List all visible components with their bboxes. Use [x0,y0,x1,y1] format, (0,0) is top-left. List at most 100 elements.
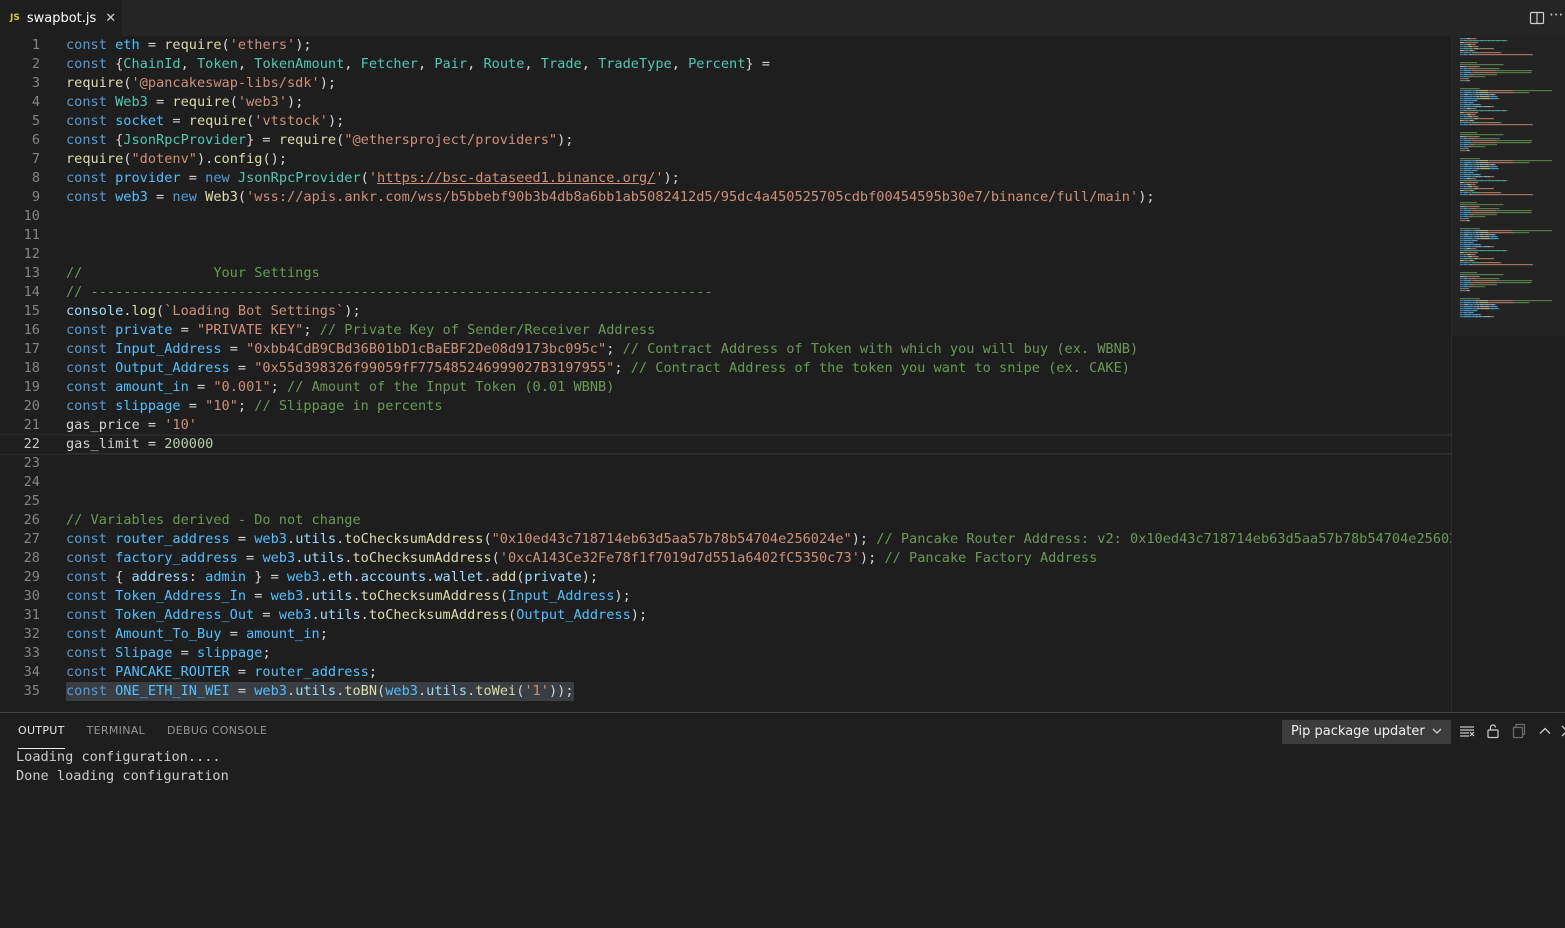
code-token: gas_price = [66,417,165,433]
code-token: utils [295,531,337,547]
code-token: ); [614,588,631,604]
code-line[interactable]: 13 // Your Settings [0,264,1451,283]
code-line[interactable]: 15 console.log(`Loading Bot Settings`); [0,302,1451,321]
code-line[interactable]: 21 gas_price = '10' [0,416,1451,435]
code-line[interactable]: 20 const slippage = "10"; // Slippage in … [0,397,1451,416]
code-line[interactable]: 17 const Input_Address = "0xbb4CdB9CBd36B… [0,340,1451,359]
line-text: const web3 = new Web3('wss://apis.ankr.c… [66,188,1155,207]
code-token: ; [614,360,631,376]
code-line[interactable]: 10 [0,207,1451,226]
code-token: Token [196,56,238,72]
minimap[interactable] [1451,36,1565,712]
line-text: const eth = require('ethers'); [66,36,312,55]
javascript-file-icon: JS [10,13,20,23]
tab-swapbot-js[interactable]: JS swapbot.js ✕ [0,0,122,36]
code-token: = [188,379,214,395]
maximize-panel-icon[interactable] [1537,723,1553,739]
code-editor[interactable]: 1 const eth = require('ethers'); 2 const {C… [0,36,1565,712]
code-token: router_address [115,531,230,547]
output-log[interactable]: Loading configuration.... Done loading c… [16,748,229,786]
code-token: Token_Address_In [115,588,247,604]
code-token: const [66,569,107,585]
line-text: const Token_Address_Out = web3.utils.toC… [66,606,647,625]
line-text: const slippage = "10"; // Slippage in pe… [66,397,443,416]
code-token: ChainId [123,56,181,72]
code-line[interactable]: 31 const Token_Address_Out = web3.utils.t… [0,606,1451,625]
line-number: 27 [23,531,40,547]
code-token: admin [205,569,247,585]
close-icon[interactable]: ✕ [105,10,116,26]
code-line[interactable]: 3 require('@pancakeswap-libs/sdk'); [0,74,1451,93]
code-line[interactable]: 11 [0,226,1451,245]
code-line[interactable]: 16 const private = "PRIVATE KEY"; // Priv… [0,321,1451,340]
line-number: 31 [23,607,40,623]
code-line[interactable]: 12 [0,245,1451,264]
code-line[interactable]: 32 const Amount_To_Buy = amount_in; [0,625,1451,644]
code-token: 'ethers' [229,37,296,53]
code-lines[interactable]: 1 const eth = require('ethers'); 2 const {C… [0,36,1451,712]
code-line[interactable]: 6 const {JsonRpcProvider} = require("@eth… [0,131,1451,150]
code-line[interactable]: 30 const Token_Address_In = web3.utils.to… [0,587,1451,606]
code-token: ( [229,94,238,110]
code-token: slippage [115,398,181,414]
code-line[interactable]: 5 const socket = require('vtstock'); [0,112,1451,131]
close-panel-icon[interactable] [1559,723,1565,739]
code-token: web3 [254,531,287,547]
tab-output[interactable]: OUTPUT [18,713,65,749]
code-line[interactable]: 26 // Variables derived - Do not change [0,511,1451,530]
code-line[interactable]: 4 const Web3 = require('web3'); [0,93,1451,112]
tab-debug-console[interactable]: DEBUG CONSOLE [167,713,267,749]
code-token: new [172,189,197,205]
code-token: gas_limit = [66,436,165,452]
line-number: 10 [23,208,40,224]
code-token: utils [426,683,468,699]
code-line[interactable]: 1 const eth = require('ethers'); [0,36,1451,55]
line-number: 22 [23,436,40,452]
line-number: 20 [23,398,40,414]
code-line[interactable]: 7 require("dotenv").config(); [0,150,1451,169]
code-line[interactable]: 25 [0,492,1451,511]
line-text: const {JsonRpcProvider} = require("@ethe… [66,131,573,150]
code-token: require [66,75,124,91]
code-token: provider [115,170,181,186]
code-line[interactable]: 33 const Slipage = slippage; [0,644,1451,663]
tab-terminal[interactable]: TERMINAL [87,713,145,749]
lock-scroll-icon[interactable] [1485,723,1501,739]
code-token: ( [483,531,492,547]
code-token: . [483,569,492,585]
code-token: = [237,550,263,566]
split-editor-icon[interactable] [1529,10,1545,26]
code-line[interactable]: 22 gas_limit = 200000 [0,434,1451,455]
code-token: ( [221,37,230,53]
code-line[interactable]: 19 const amount_in = "0.001"; // Amount o… [0,378,1451,397]
line-text: const Input_Address = "0xbb4CdB9CBd36B01… [66,340,1138,359]
code-line[interactable]: 23 [0,454,1451,473]
code-line[interactable]: 8 const provider = new JsonRpcProvider('h… [0,169,1451,188]
code-token: , [467,56,484,72]
code-token: '1' [524,683,549,699]
code-token: toChecksumAddress [360,588,500,604]
clear-output-icon[interactable] [1459,723,1475,739]
code-line[interactable]: 27 const router_address = web3.utils.toCh… [0,530,1451,549]
code-token: toBN [344,683,378,699]
more-actions-icon[interactable]: ··· [1549,6,1565,24]
code-line[interactable]: 14 // -----------------------------------… [0,283,1451,302]
output-channel-select[interactable]: Pip package updater [1282,720,1451,744]
code-line[interactable]: 29 const { address: admin } = web3.eth.ac… [0,568,1451,587]
code-token: . [287,683,296,699]
code-line[interactable]: 34 const PANCAKE_ROUTER = router_address; [0,663,1451,682]
code-line[interactable]: 35 const ONE_ETH_IN_WEI = web3.utils.toBN… [0,682,1451,701]
code-line[interactable]: 18 const Output_Address = "0x55d398326f99… [0,359,1451,378]
code-line[interactable]: 28 const factory_address = web3.utils.toC… [0,549,1451,568]
code-token: utils [319,607,361,623]
code-line[interactable]: 24 [0,473,1451,492]
code-token: ; [303,322,320,338]
code-line[interactable]: 2 const {ChainId, Token, TokenAmount, Fet… [0,55,1451,74]
code-token: 'web3' [237,94,288,110]
code-line[interactable]: 9 const web3 = new Web3('wss://apis.ankr.… [0,188,1451,207]
open-log-icon[interactable] [1511,723,1527,739]
code-token: require [188,113,247,129]
